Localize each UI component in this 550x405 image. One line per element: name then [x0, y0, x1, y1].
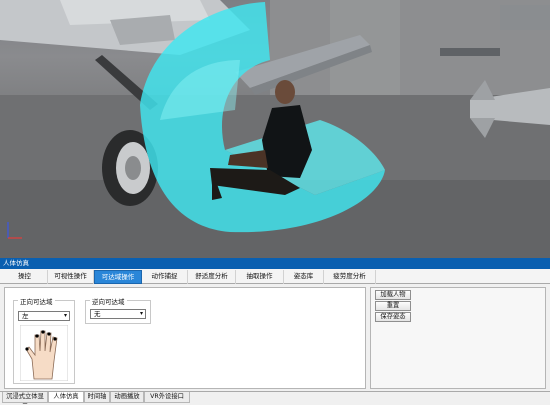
tab-motion-capture[interactable]: 动作捕捉: [142, 270, 188, 284]
bottom-tab-timeline[interactable]: 时间轴: [84, 392, 110, 403]
tab-reach[interactable]: 可达域操作: [94, 270, 142, 284]
tab-manipulate[interactable]: 操控: [2, 270, 48, 284]
bottom-tab-immersive[interactable]: 沉浸式立体显示: [2, 392, 48, 405]
bottom-tab-animation[interactable]: 动画播放: [110, 392, 144, 403]
scene-render: [0, 0, 550, 258]
bottom-tab-bar: 沉浸式立体显示 人体仿真 时间轴 动画播放 VR外设接口: [0, 391, 550, 405]
bottom-tab-human-sim[interactable]: 人体仿真: [48, 392, 84, 403]
action-pane: 加载人物 重置 保存姿态: [370, 287, 546, 389]
reach-content: 正向可达域 左 ▾ 逆向可达域 无 ▾: [4, 287, 366, 389]
reverse-reach-select[interactable]: 无 ▾: [90, 309, 146, 319]
reverse-reach-value: 无: [94, 310, 101, 318]
reverse-reach-group: 逆向可达域 无 ▾: [85, 296, 151, 324]
panel-title: 人体仿真: [0, 258, 550, 269]
tab-fatigue[interactable]: 疲劳度分析: [324, 270, 376, 284]
tab-comfort[interactable]: 舒适度分析: [188, 270, 236, 284]
reverse-reach-label: 逆向可达域: [90, 296, 127, 306]
load-figure-button[interactable]: 加载人物: [375, 290, 411, 300]
tab-visibility[interactable]: 可视性操作: [48, 270, 94, 284]
tab-extract[interactable]: 抽取操作: [236, 270, 284, 284]
tab-pose-library[interactable]: 姿态库: [284, 270, 324, 284]
3d-viewport[interactable]: [0, 0, 550, 258]
reset-button[interactable]: 重置: [375, 301, 411, 311]
hand-select[interactable]: 左 ▾: [18, 311, 70, 321]
bottom-tab-vr[interactable]: VR外设接口: [144, 392, 190, 403]
hand-icon: [20, 325, 68, 381]
hand-select-value: 左: [22, 312, 29, 320]
dropdown-arrow-icon: ▾: [63, 312, 67, 319]
forward-reach-label: 正向可达域: [18, 296, 55, 306]
forward-reach-group: 正向可达域 左 ▾: [13, 296, 75, 384]
tab-bar: 操控 可视性操作 可达域操作 动作捕捉 舒适度分析 抽取操作 姿态库 疲劳度分析: [0, 269, 550, 284]
save-pose-button[interactable]: 保存姿态: [375, 312, 411, 322]
dropdown-arrow-icon: ▾: [139, 310, 143, 317]
